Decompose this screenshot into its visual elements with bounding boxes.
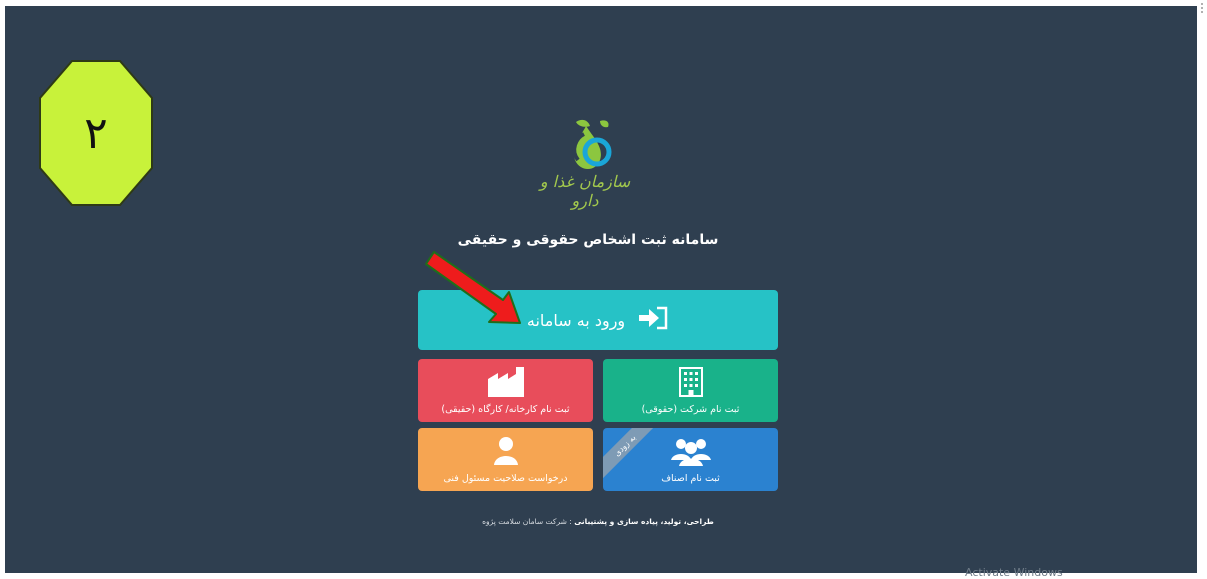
- footer-credits: طراحی، تولید، پیاده سازی و پشتیبانی : شر…: [482, 517, 714, 526]
- technical-responsible-button[interactable]: درخواست صلاحیت مسئول فنی: [418, 428, 593, 491]
- footer-company: شرکت سامان سلامت پژوه: [482, 517, 567, 526]
- guild-register-button[interactable]: به زودی ثبت نام اصناف: [603, 428, 778, 491]
- annotation-arrow-icon: [425, 251, 521, 324]
- users-icon: [603, 436, 778, 466]
- guild-register-label: ثبت نام اصناف: [661, 473, 720, 484]
- login-button-label: ورود به سامانه: [526, 310, 626, 330]
- factory-register-label: ثبت نام کارخانه/ کارگاه (حقیقی): [441, 404, 570, 415]
- sign-in-icon: [637, 306, 669, 334]
- os-watermark: Activate Windows: [965, 566, 1063, 579]
- building-icon: [603, 367, 778, 397]
- factory-icon: [418, 367, 593, 397]
- technical-responsible-label: درخواست صلاحیت مسئول فنی: [443, 473, 568, 484]
- scrollbar-marker: [1201, 3, 1203, 13]
- user-icon: [418, 436, 593, 466]
- company-register-button[interactable]: ثبت نام شرکت (حقوقی): [603, 359, 778, 422]
- step-number: ۲: [84, 107, 108, 159]
- factory-register-button[interactable]: ثبت نام کارخانه/ کارگاه (حقیقی): [418, 359, 593, 422]
- org-name-logo-text: سازمان غذا و دارو: [539, 172, 631, 210]
- footer-label: طراحی، تولید، پیاده سازی و پشتیبانی: [574, 517, 714, 526]
- page-title: سامانه ثبت اشخاص حقوقی و حقیقی: [457, 232, 719, 248]
- company-register-label: ثبت نام شرکت (حقوقی): [641, 404, 740, 415]
